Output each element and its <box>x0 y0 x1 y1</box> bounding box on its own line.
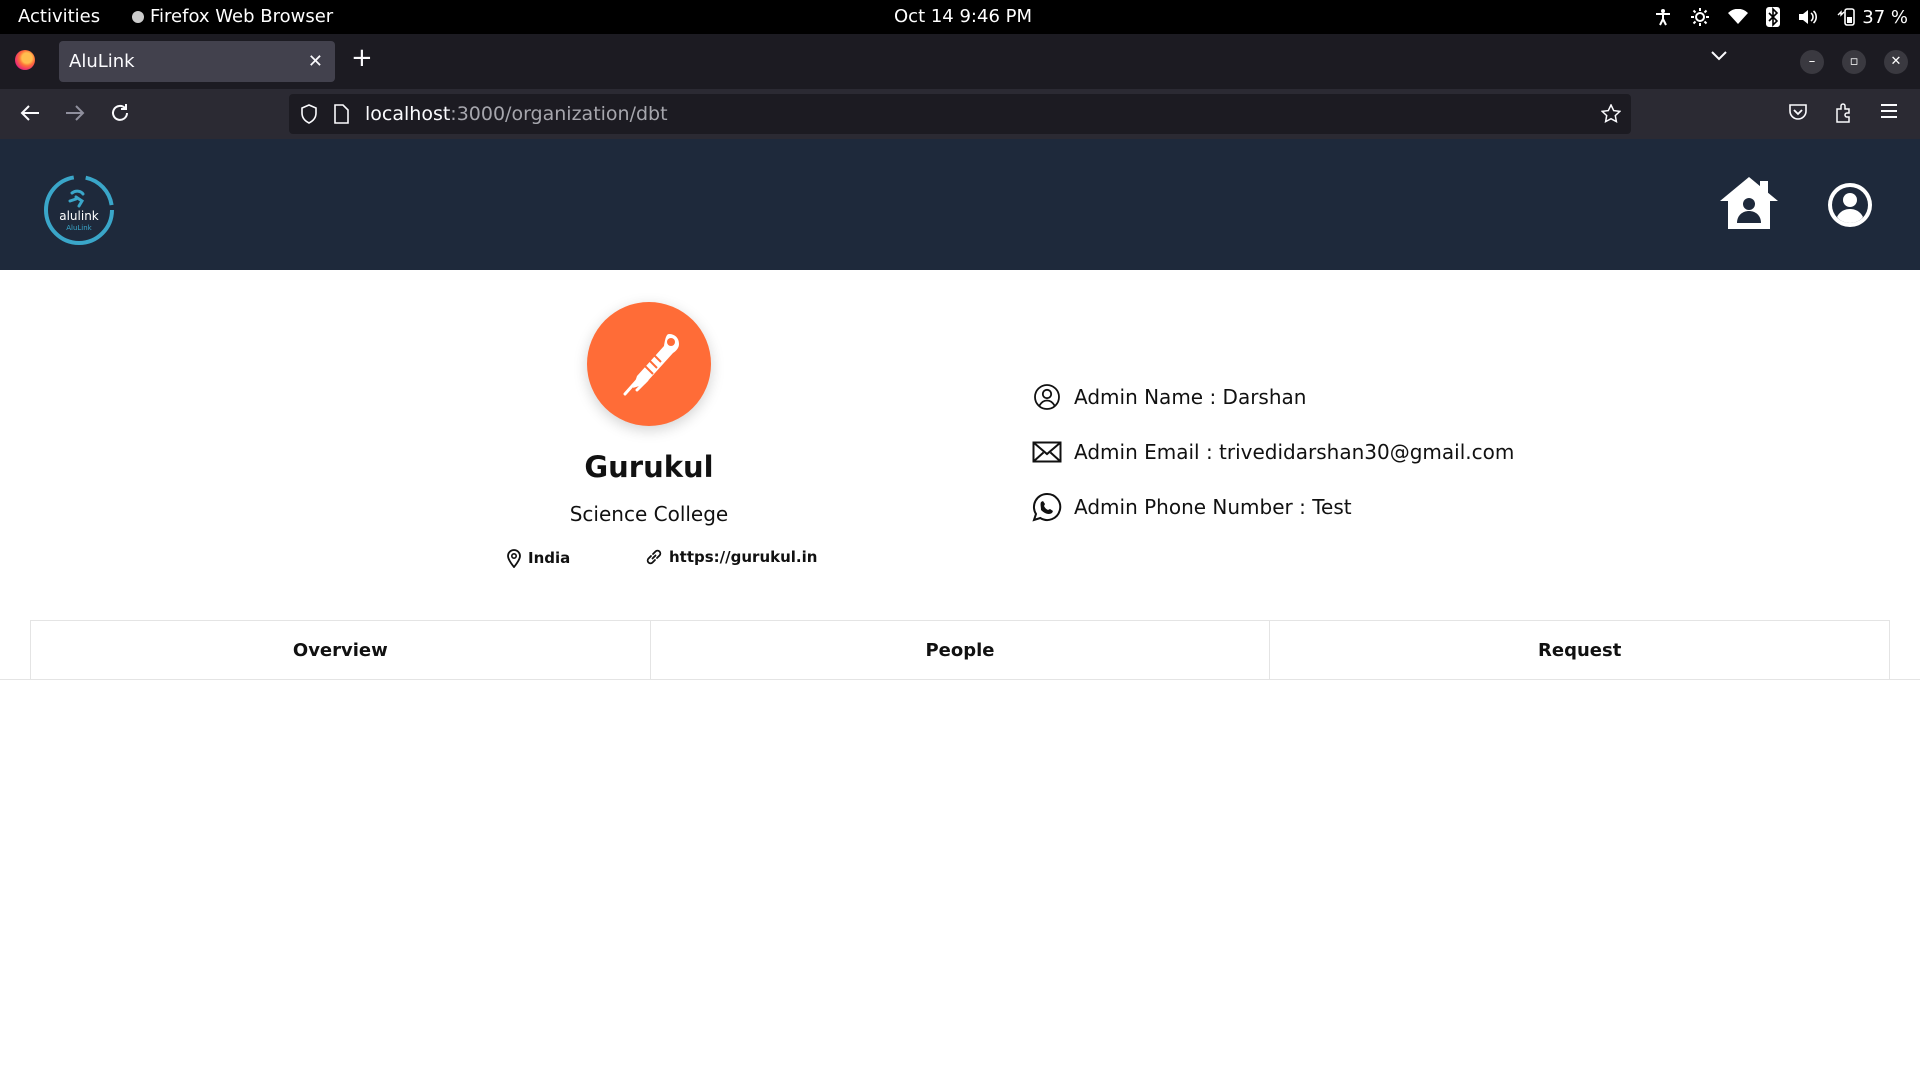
url-path: :3000/organization/dbt <box>450 103 668 125</box>
admin-email-row: Admin Email : trivedidarshan30@gmail.com <box>1032 437 1514 467</box>
admin-email-text: Admin Email : trivedidarshan30@gmail.com <box>1074 440 1515 464</box>
organization-location: India <box>506 548 570 568</box>
firefox-icon <box>15 50 35 70</box>
alulink-logo[interactable]: alulink AluLink <box>42 173 116 247</box>
tab-request[interactable]: Request <box>1270 620 1891 680</box>
app-menu-label: Firefox Web Browser <box>150 6 334 27</box>
battery-icon[interactable] <box>1836 7 1856 27</box>
battery-percent: 37 % <box>1862 6 1908 28</box>
tab-people[interactable]: People <box>650 620 1271 680</box>
tab-close-icon[interactable]: ✕ <box>308 51 323 72</box>
rocket-pen-icon <box>623 334 679 396</box>
bluetooth-icon[interactable] <box>1766 7 1781 27</box>
url-host: localhost <box>365 103 451 125</box>
organization-tabs: Overview People Request <box>30 620 1891 680</box>
bookmark-star-icon[interactable] <box>1601 104 1621 124</box>
whatsapp-icon <box>1032 492 1062 522</box>
url-text[interactable]: localhost:3000/organization/dbt <box>365 103 668 125</box>
tabs-divider <box>0 679 1920 680</box>
logo-text-secondary: AluLink <box>66 224 92 232</box>
user-circle-icon[interactable] <box>1826 181 1874 229</box>
brightness-icon[interactable] <box>1690 7 1710 27</box>
admin-phone-row: Admin Phone Number : Test <box>1032 492 1352 522</box>
admin-name-row: Admin Name : Darshan <box>1032 382 1306 412</box>
hamburger-menu-icon[interactable] <box>1880 102 1898 120</box>
window-minimize-button[interactable]: – <box>1800 50 1824 74</box>
browser-navigation-bar: localhost:3000/organization/dbt <box>0 89 1920 139</box>
tab-overview[interactable]: Overview <box>30 620 651 680</box>
address-bar[interactable]: localhost:3000/organization/dbt <box>289 94 1631 134</box>
window-close-button[interactable]: ✕ <box>1884 50 1908 74</box>
location-text: India <box>528 549 571 567</box>
system-tray[interactable]: 37 % <box>1654 4 1908 30</box>
website-link[interactable]: https://gurukul.in <box>669 548 817 566</box>
organization-website[interactable]: https://gurukul.in <box>645 548 817 566</box>
organization-name: Gurukul <box>584 450 714 484</box>
activities-button[interactable]: Activities <box>18 6 100 27</box>
new-tab-button[interactable]: + <box>351 45 373 71</box>
admin-phone-text: Admin Phone Number : Test <box>1074 495 1352 519</box>
window-maximize-button[interactable]: ▫ <box>1842 50 1866 74</box>
tab-list-chevron-down-icon[interactable] <box>1710 50 1728 62</box>
system-top-bar: Activities Firefox Web Browser Oct 14 9:… <box>0 0 1920 34</box>
tab-title: AluLink <box>69 51 135 72</box>
clock[interactable]: Oct 14 9:46 PM <box>894 6 1032 27</box>
logo-text-primary: alulink <box>59 209 99 223</box>
accessibility-icon[interactable] <box>1654 8 1672 26</box>
organization-avatar <box>587 302 711 426</box>
extensions-puzzle-icon[interactable] <box>1834 102 1854 124</box>
browser-tab-alulink[interactable]: AluLink ✕ <box>59 41 335 82</box>
back-arrow-icon[interactable] <box>19 102 41 124</box>
link-icon <box>646 549 662 565</box>
wifi-icon[interactable] <box>1728 9 1749 25</box>
app-header: alulink AluLink <box>0 139 1920 270</box>
browser-tab-bar: AluLink ✕ + – ▫ ✕ <box>0 34 1920 89</box>
map-pin-icon <box>507 549 521 568</box>
admin-name-text: Admin Name : Darshan <box>1074 385 1307 409</box>
reload-icon[interactable] <box>109 102 131 124</box>
envelope-icon <box>1032 437 1062 467</box>
organization-type: Science College <box>569 502 729 526</box>
pocket-icon[interactable] <box>1788 102 1808 122</box>
page-info-icon[interactable] <box>333 104 349 124</box>
forward-arrow-icon[interactable] <box>64 102 86 124</box>
user-circle-outline-icon <box>1032 382 1062 412</box>
volume-icon[interactable] <box>1798 8 1818 26</box>
firefox-small-icon <box>132 10 144 23</box>
house-user-icon[interactable] <box>1718 175 1780 231</box>
app-menu[interactable]: Firefox Web Browser <box>132 6 333 27</box>
tracking-shield-icon[interactable] <box>299 104 319 124</box>
